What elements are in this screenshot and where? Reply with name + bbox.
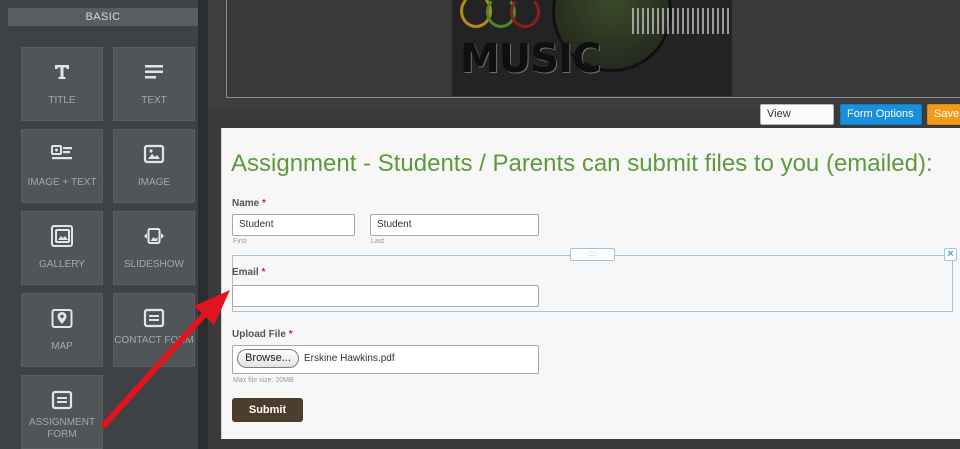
view-entries-button[interactable]: View Entries	[760, 104, 834, 139]
last-sublabel: Last	[371, 238, 385, 245]
last-name-input[interactable]: Student	[370, 214, 539, 236]
email-label-text: Email	[232, 267, 259, 278]
gallery-icon	[22, 224, 102, 248]
widget-slideshow[interactable]: SLIDESHOW	[113, 211, 195, 285]
form-title[interactable]: Assignment - Students / Parents can subm…	[231, 150, 933, 178]
widget-image-text[interactable]: IMAGE + TEXT	[21, 129, 103, 203]
browse-button[interactable]: Browse...	[237, 349, 299, 368]
decor-waveform	[632, 8, 732, 34]
widget-title-label: TITLE	[48, 95, 76, 106]
submit-button[interactable]: Submit	[232, 398, 303, 422]
widget-contact-form-label: CONTACT FORM	[114, 335, 194, 346]
upload-label-text: Upload File	[232, 329, 286, 340]
map-pin-icon	[22, 306, 102, 330]
widget-gallery-label: GALLERY	[39, 259, 85, 270]
widget-image-label: IMAGE	[137, 177, 171, 188]
form-options-button[interactable]: Form Options	[840, 104, 922, 125]
first-sublabel: First	[233, 238, 247, 245]
form-icon	[114, 306, 194, 330]
decor-ring	[510, 0, 540, 28]
widget-image[interactable]: IMAGE	[113, 129, 195, 203]
widget-assignment-form-label: ASSIGNMENT FORM	[28, 417, 96, 440]
widget-image-text-label: IMAGE + TEXT	[27, 177, 97, 188]
title-icon	[22, 60, 102, 84]
widget-gallery[interactable]: GALLERY	[21, 211, 103, 285]
first-name-input[interactable]: Student	[232, 214, 355, 236]
form-icon	[22, 388, 102, 412]
slideshow-icon	[114, 224, 194, 248]
widget-text[interactable]: TEXT	[113, 47, 195, 121]
drag-handle-icon[interactable]: ::::	[570, 248, 615, 261]
widget-contact-form[interactable]: CONTACT FORM	[113, 293, 195, 367]
name-label: Name *	[232, 198, 266, 209]
widget-slideshow-label: SLIDESHOW	[123, 259, 184, 270]
required-mark: *	[288, 329, 293, 340]
sidebar-section-header: BASIC	[8, 8, 198, 26]
save-button[interactable]: Save	[927, 104, 960, 125]
upload-label: Upload File *	[232, 329, 293, 340]
email-input[interactable]	[232, 285, 539, 307]
widget-map[interactable]: MAP	[21, 293, 103, 367]
header-image-text: MUSIC	[460, 36, 601, 82]
widget-sidebar: BASIC TITLE TEXT IMAGE + TEXT IMAGE GALL…	[0, 0, 198, 449]
sidebar-scrollbar[interactable]	[198, 0, 208, 449]
max-file-size-note: Max file size: 20MB	[233, 377, 294, 384]
required-mark: *	[262, 198, 266, 209]
header-music-image: MUSIC	[452, 0, 732, 96]
required-mark: *	[261, 267, 266, 278]
email-label: Email *	[232, 267, 265, 278]
widget-map-label: MAP	[51, 341, 73, 352]
image-text-icon	[22, 142, 102, 166]
image-icon	[114, 142, 194, 166]
widget-text-label: TEXT	[141, 95, 167, 106]
delete-field-icon[interactable]: ×	[944, 248, 957, 261]
name-label-text: Name	[232, 198, 260, 209]
text-icon	[114, 60, 194, 84]
widget-assignment-form[interactable]: ASSIGNMENT FORM	[21, 375, 103, 449]
widget-title[interactable]: TITLE	[21, 47, 103, 121]
selected-file-name: Erskine Hawkins.pdf	[304, 353, 395, 364]
